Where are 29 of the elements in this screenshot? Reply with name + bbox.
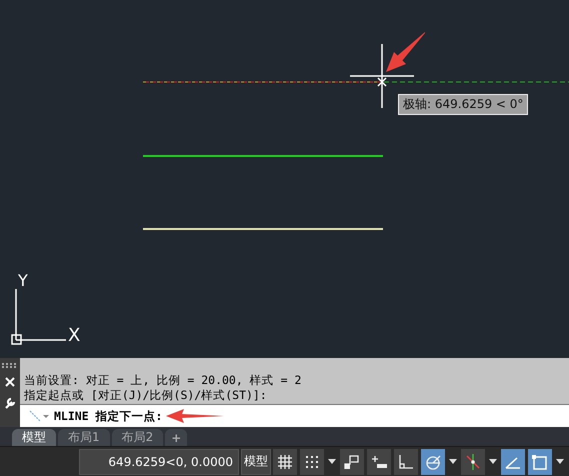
command-input-field[interactable]: MLINE 指定下一点:	[20, 405, 569, 427]
ortho-toggle-icon[interactable]	[394, 448, 418, 474]
selection-toggle-icon[interactable]	[528, 448, 565, 474]
grip-icon[interactable]	[2, 363, 18, 368]
model-space-button[interactable]: 模型	[241, 448, 271, 474]
polar-toggle-icon[interactable]	[421, 448, 458, 474]
polar-tooltip: 极轴: 649.6259 < 0°	[398, 94, 528, 115]
wrench-icon[interactable]	[4, 396, 16, 409]
ucs-toggle-icon[interactable]	[501, 448, 525, 474]
close-icon[interactable]	[5, 377, 15, 387]
coordinates-display[interactable]: 649.6259<0, 0.0000	[79, 448, 239, 474]
crosshair-cursor	[350, 44, 414, 108]
grid-toggle-icon[interactable]	[273, 448, 297, 474]
arrow-icon	[386, 32, 425, 72]
infer-toggle-icon[interactable]	[340, 448, 364, 474]
command-history-line: 当前设置: 对正 = 上, 比例 = 20.00, 样式 = 2	[24, 373, 302, 388]
layout-tab[interactable]: 布局1	[58, 429, 110, 446]
command-prompt: MLINE 指定下一点:	[54, 408, 162, 424]
command-history-line: 指定起点或 [对正(J)/比例(S)/样式(ST)]:	[24, 388, 268, 403]
dynamic-input-toggle-icon[interactable]	[367, 448, 391, 474]
x-axis-label: X	[68, 325, 80, 346]
layout-tab[interactable]: 布局2	[112, 429, 164, 446]
ucs-icon	[11, 289, 66, 345]
layout-tab[interactable]: 模型	[12, 429, 56, 446]
add-tab-button[interactable]: +	[165, 429, 188, 446]
command-icon[interactable]	[28, 409, 50, 423]
tracking-toggle-icon[interactable]	[461, 448, 498, 474]
snap-toggle-icon[interactable]	[300, 448, 337, 474]
y-axis-label: Y	[18, 271, 28, 290]
